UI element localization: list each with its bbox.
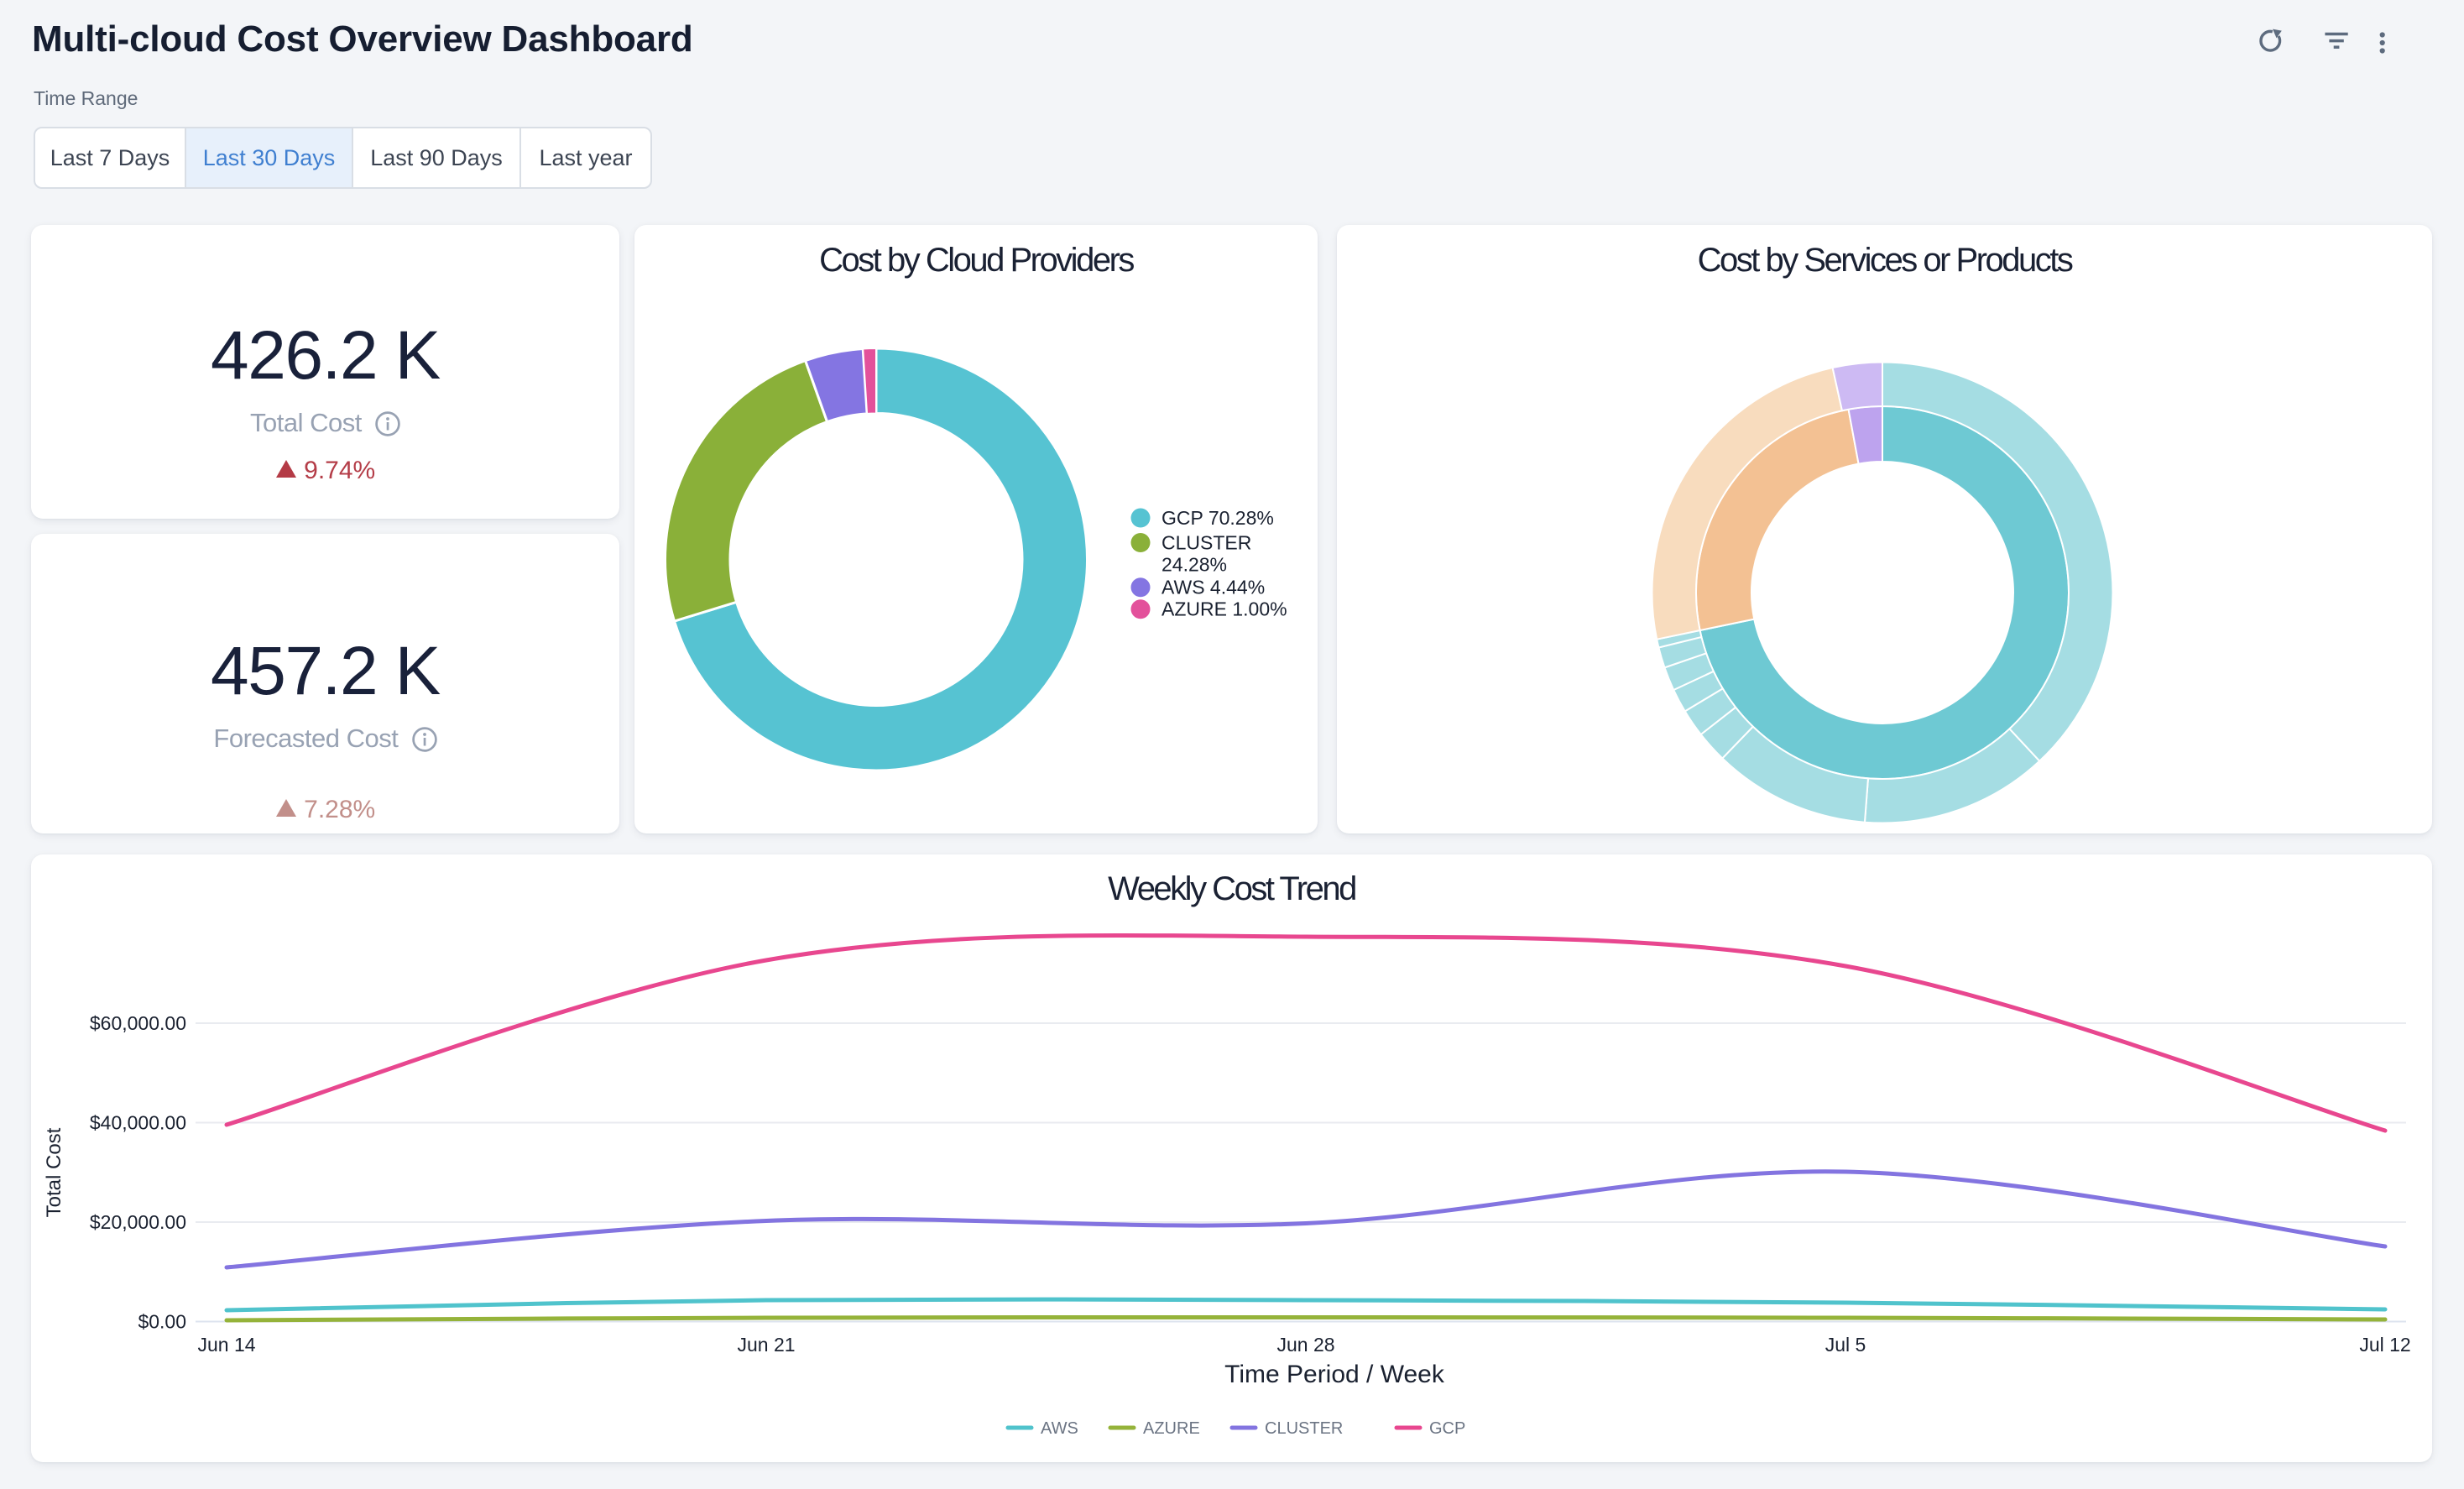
svg-text:Time Period / Week: Time Period / Week: [1224, 1361, 1445, 1388]
svg-text:GCP: GCP: [1429, 1419, 1465, 1438]
svg-text:Jul 12: Jul 12: [2359, 1334, 2410, 1356]
svg-text:CLUSTER: CLUSTER: [1162, 532, 1251, 554]
svg-text:AWS: AWS: [1041, 1419, 1078, 1438]
svg-text:AZURE: AZURE: [1143, 1419, 1200, 1438]
svg-text:Total Cost: Total Cost: [43, 1127, 65, 1217]
svg-text:CLUSTER: CLUSTER: [1265, 1419, 1343, 1438]
svg-text:Jun 14: Jun 14: [197, 1334, 255, 1356]
svg-text:$60,000.00: $60,000.00: [90, 1012, 186, 1034]
svg-text:Jun 28: Jun 28: [1276, 1334, 1334, 1356]
svg-text:$20,000.00: $20,000.00: [90, 1211, 186, 1233]
svg-text:$0.00: $0.00: [138, 1311, 186, 1333]
svg-text:AZURE 1.00%: AZURE 1.00%: [1162, 598, 1287, 620]
svg-text:Jun 21: Jun 21: [737, 1334, 795, 1356]
svg-text:GCP 70.28%: GCP 70.28%: [1162, 507, 1274, 529]
svg-text:Jul 5: Jul 5: [1825, 1334, 1866, 1356]
svg-text:$40,000.00: $40,000.00: [90, 1112, 186, 1134]
svg-text:24.28%: 24.28%: [1162, 554, 1227, 576]
svg-text:AWS 4.44%: AWS 4.44%: [1162, 577, 1265, 598]
